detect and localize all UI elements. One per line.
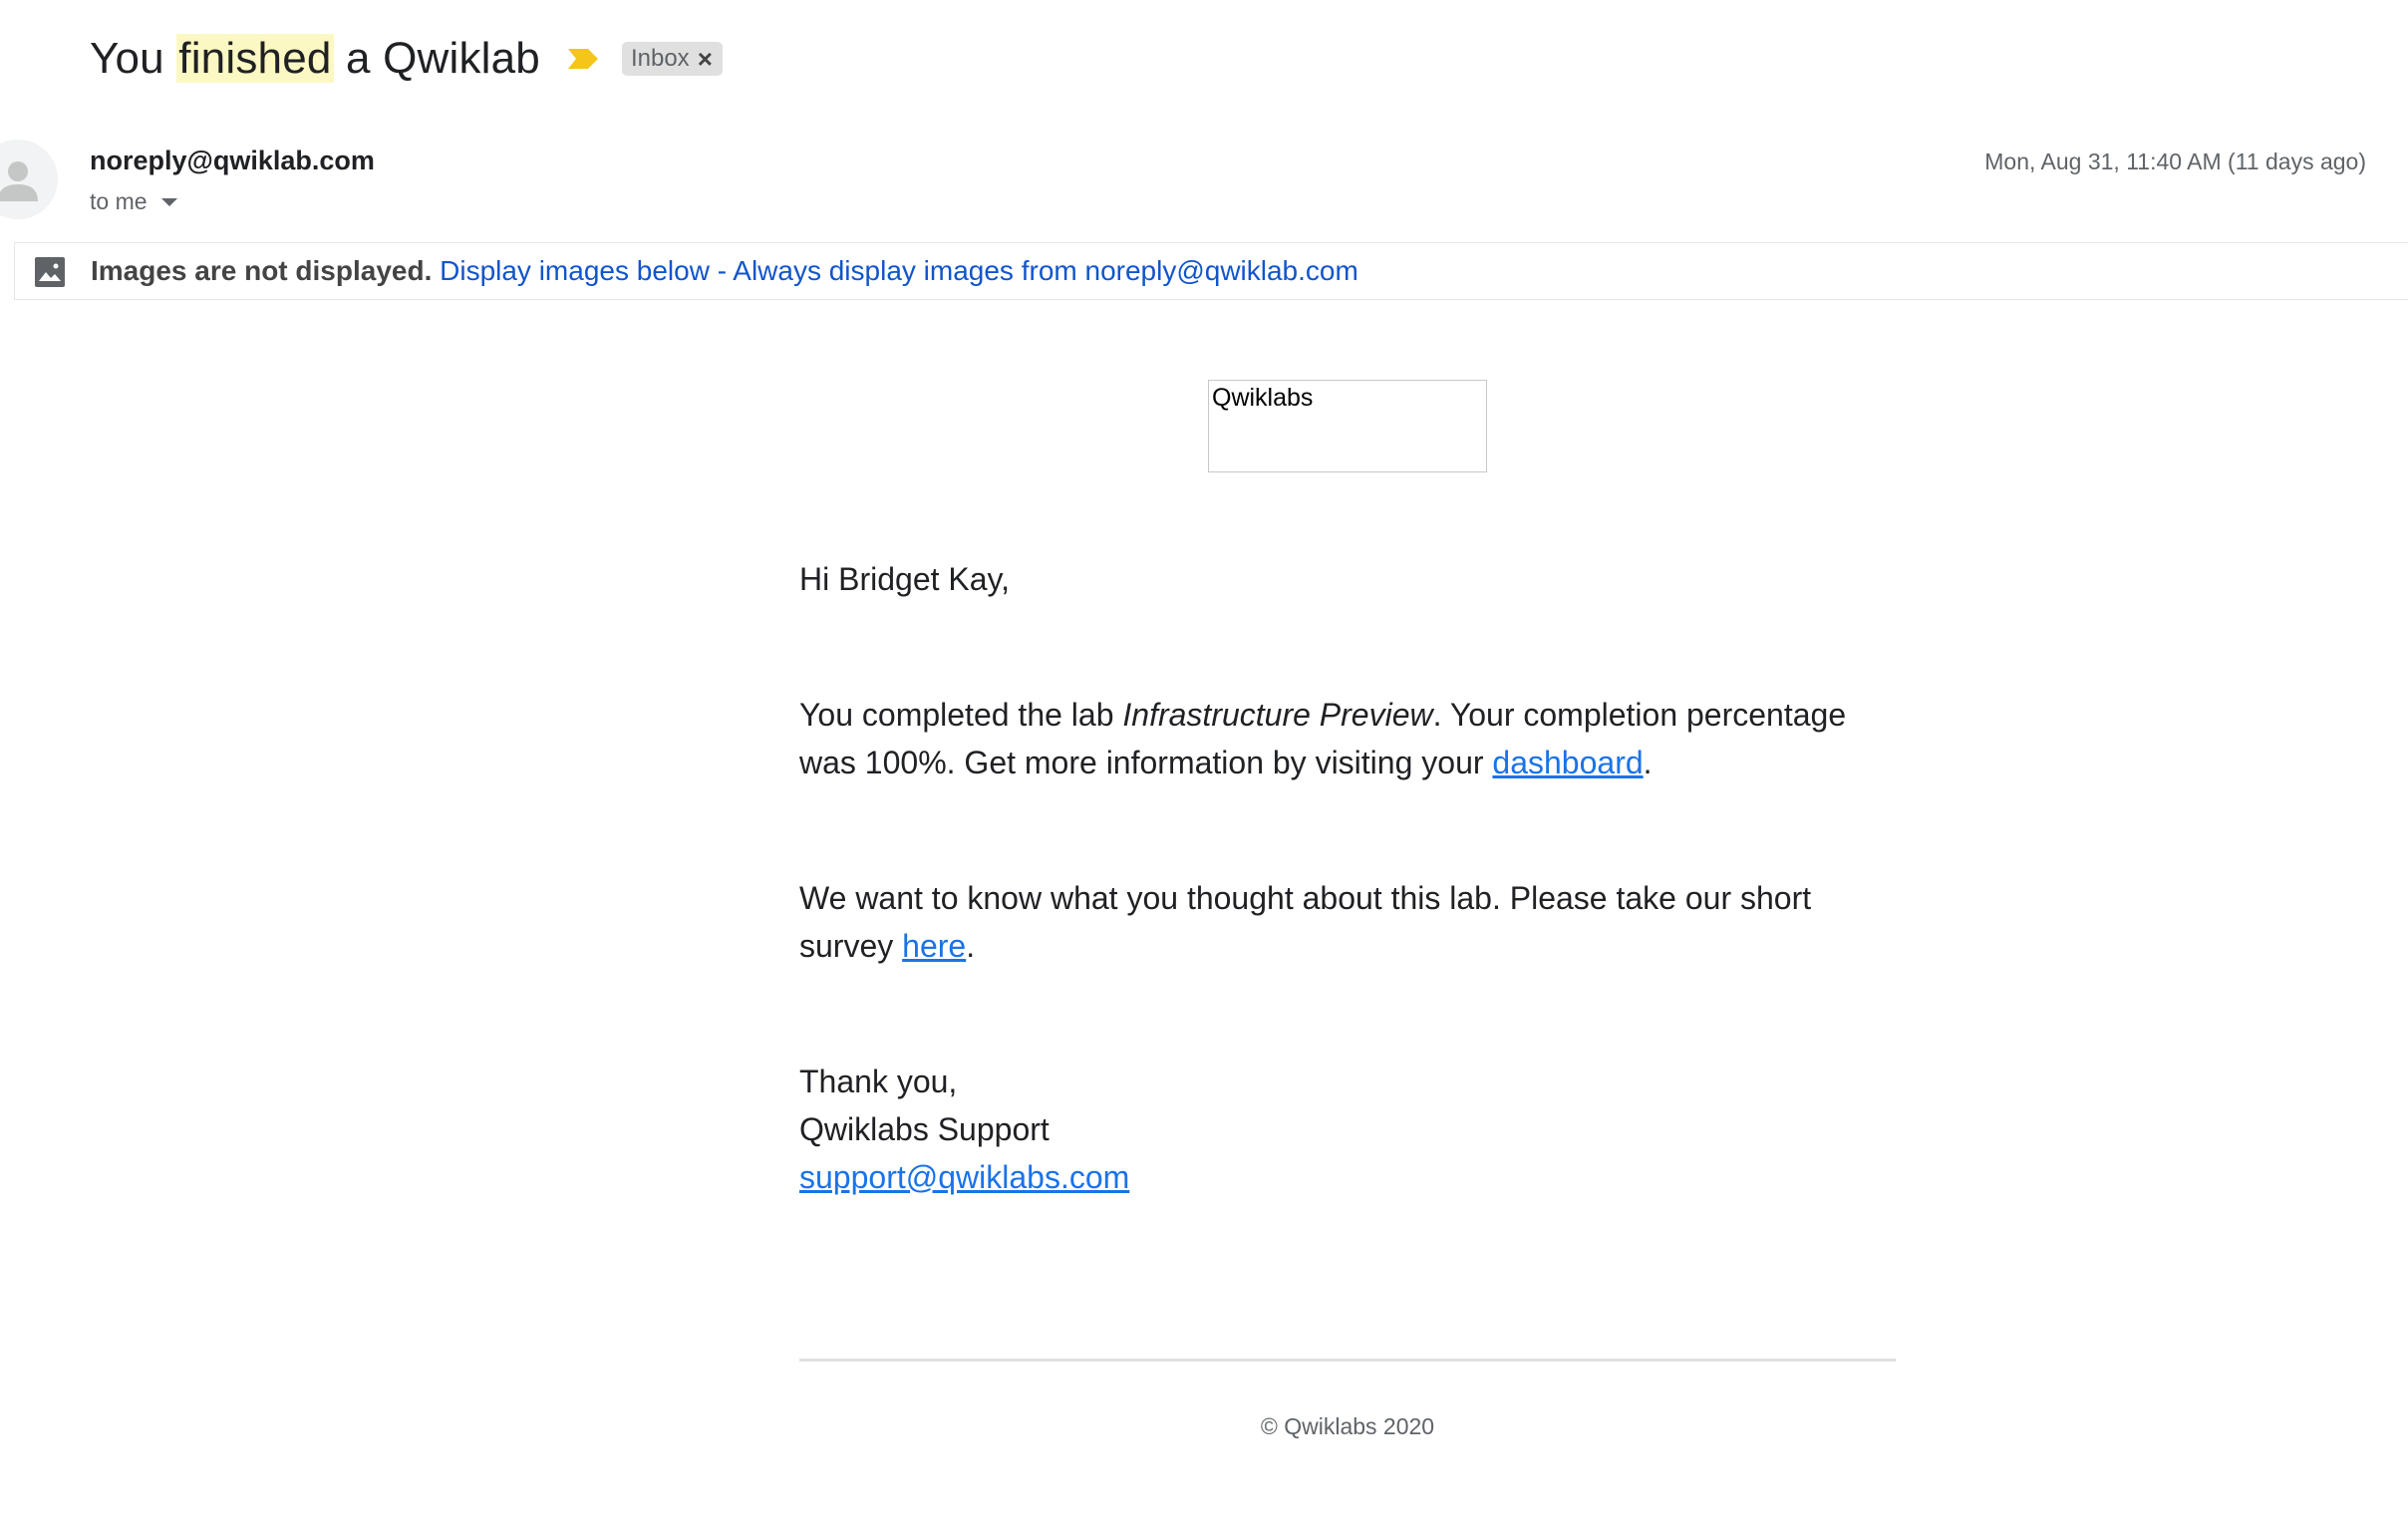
p2-text-end: . <box>966 928 976 964</box>
caret-down-icon <box>160 197 177 206</box>
signoff-text: Thank you, <box>799 1064 958 1099</box>
image-icon <box>35 257 65 287</box>
logo-alt-text: Qwiklabs <box>1212 384 1314 412</box>
email-view: You finished a Qwiklab Inbox × noreply@q… <box>0 0 2408 1527</box>
subject-prefix: You <box>90 34 177 83</box>
display-images-link[interactable]: Display images below <box>440 255 710 286</box>
always-display-images-link[interactable]: Always display images from noreply@qwikl… <box>733 255 1358 286</box>
signature-block: Thank you, Qwiklabs Support support@qwik… <box>799 1058 1896 1201</box>
sender-email[interactable]: noreply@qwiklab.com <box>90 146 375 176</box>
person-icon <box>0 161 38 201</box>
greeting-text: Hi Bridget Kay, <box>799 561 1011 597</box>
banner-text: Images are not displayed. Display images… <box>91 255 1358 287</box>
recipient-details-toggle[interactable]: to me <box>90 188 177 215</box>
sender-avatar[interactable] <box>0 140 58 219</box>
recipient-text: to me <box>90 188 148 214</box>
subject-suffix: a Qwiklab <box>333 34 540 83</box>
completion-paragraph: You completed the lab Infrastructure Pre… <box>799 691 1896 786</box>
p1-text-end: . <box>1643 745 1653 780</box>
lab-name: Infrastructure Preview <box>1122 697 1433 733</box>
images-not-displayed-label: Images are not displayed. <box>91 255 433 286</box>
signature-name: Qwiklabs Support <box>799 1111 1050 1147</box>
subject-search-highlight: finished <box>176 34 334 83</box>
greeting: Hi Bridget Kay, <box>799 555 1896 603</box>
email-timestamp: Mon, Aug 31, 11:40 AM (11 days ago) <box>1984 149 2366 174</box>
inbox-label-text: Inbox <box>630 45 690 72</box>
email-subject: You finished a Qwiklab <box>90 34 540 84</box>
banner-separator: - <box>709 255 734 286</box>
remove-label-close-icon[interactable]: × <box>698 46 713 72</box>
copyright-footer: © Qwiklabs 2020 <box>1260 1413 1435 1439</box>
images-blocked-banner: Images are not displayed. Display images… <box>14 242 2408 300</box>
footer-divider <box>799 1359 1896 1362</box>
dashboard-link[interactable]: dashboard <box>1492 745 1643 780</box>
support-email-link[interactable]: support@qwiklabs.com <box>799 1159 1129 1195</box>
survey-paragraph: We want to know what you thought about t… <box>799 874 1896 970</box>
subject-row: You finished a Qwiklab Inbox × <box>90 28 723 90</box>
importance-marker-icon[interactable] <box>566 46 600 72</box>
inbox-label-chip: Inbox × <box>621 42 723 76</box>
qwiklabs-logo-placeholder: Qwiklabs <box>1208 380 1487 472</box>
p1-text-start: You completed the lab <box>799 697 1123 733</box>
survey-here-link[interactable]: here <box>902 928 966 964</box>
